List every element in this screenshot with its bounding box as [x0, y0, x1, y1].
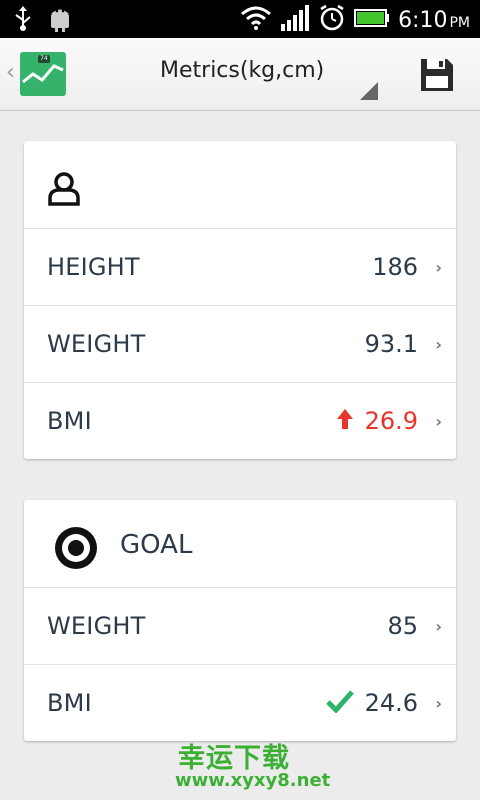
watermark-url: www.xyxy8.net	[175, 770, 331, 791]
alarm-icon	[318, 4, 346, 36]
clock: 6:10 PM	[398, 8, 470, 33]
arrow-up-icon	[336, 408, 354, 434]
android-debug-icon	[48, 5, 72, 37]
goal-card-header: GOAL	[24, 500, 456, 588]
profile-card-header	[24, 141, 456, 229]
usb-icon	[12, 6, 34, 36]
target-icon	[54, 526, 98, 574]
height-row[interactable]: HEIGHT 186 ›	[24, 229, 456, 306]
goal-card: GOAL WEIGHT 85 › BMI 24.6 ›	[24, 500, 456, 741]
goal-bmi-row[interactable]: BMI 24.6 ›	[24, 665, 456, 741]
bmi-row[interactable]: BMI 26.9 ›	[24, 383, 456, 459]
person-icon	[46, 171, 82, 211]
goal-weight-value: 85	[387, 612, 418, 640]
bmi-value: 26.9	[364, 407, 418, 435]
signal-icon	[280, 4, 310, 36]
chevron-right-icon: ›	[435, 616, 442, 636]
chevron-right-icon: ›	[435, 693, 442, 713]
profile-card: HEIGHT 186 › WEIGHT 93.1 › BMI 26.9 ›	[24, 141, 456, 459]
goal-weight-label: WEIGHT	[47, 612, 146, 640]
weight-row[interactable]: WEIGHT 93.1 ›	[24, 306, 456, 383]
clock-ampm: PM	[449, 14, 470, 31]
goal-weight-row[interactable]: WEIGHT 85 ›	[24, 588, 456, 665]
weight-label: WEIGHT	[47, 330, 146, 358]
battery-icon	[354, 8, 390, 32]
dropdown-indicator-icon[interactable]	[360, 82, 378, 100]
page-title[interactable]: Metrics(kg,cm)	[160, 58, 324, 83]
check-icon	[326, 689, 354, 717]
save-icon	[421, 59, 453, 91]
status-bar: 6:10 PM	[0, 0, 480, 38]
wifi-icon	[240, 5, 272, 35]
save-button[interactable]	[418, 56, 456, 94]
chevron-right-icon: ›	[435, 334, 442, 354]
back-chevron-icon[interactable]: ‹	[6, 60, 15, 85]
clock-time: 6:10	[398, 7, 448, 33]
weight-value: 93.1	[364, 330, 418, 358]
app-bar: ‹ 74 Metrics(kg,cm)	[0, 38, 480, 111]
goal-bmi-value: 24.6	[364, 689, 418, 717]
goal-bmi-label: BMI	[47, 689, 92, 717]
app-logo-icon[interactable]: 74	[20, 52, 66, 96]
height-label: HEIGHT	[47, 253, 140, 281]
height-value: 186	[372, 253, 418, 281]
bmi-label: BMI	[47, 407, 92, 435]
chevron-right-icon: ›	[435, 257, 442, 277]
chevron-right-icon: ›	[435, 411, 442, 431]
goal-title: GOAL	[120, 530, 193, 560]
